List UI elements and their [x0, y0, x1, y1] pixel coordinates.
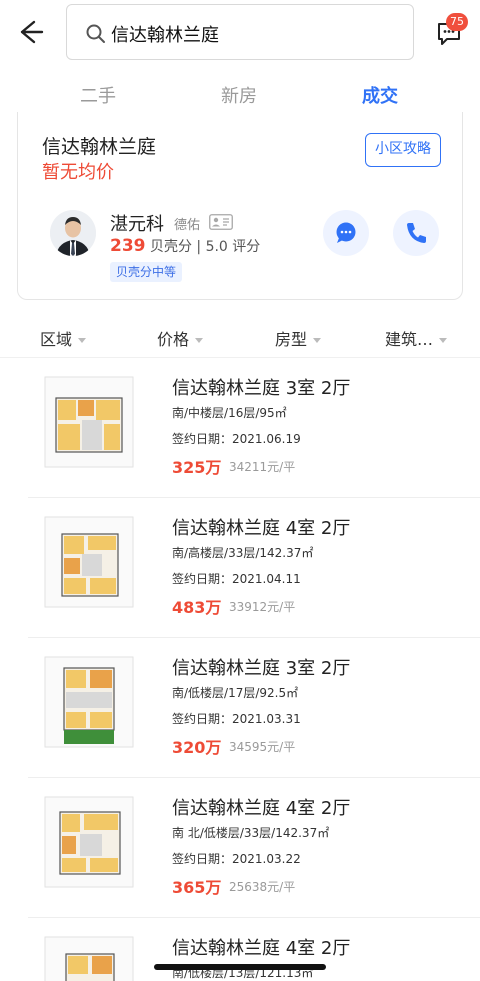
listing-title: 信达翰林兰庭 4室 2厅: [172, 518, 351, 539]
chat-button[interactable]: [323, 210, 369, 256]
dropdown-arrow-icon: [78, 338, 87, 343]
filter-building[interactable]: 建筑…: [385, 326, 448, 350]
agent-rating: 5.0 评分: [205, 239, 261, 255]
community-card: 信达翰林兰庭 暂无均价 小区攻略 湛元科 德佑 239 贝壳分 | 5.0 评分…: [17, 112, 463, 300]
listing-attributes: 南/高楼层/33层/142.37㎡: [172, 546, 314, 560]
listing-price: 320万: [172, 738, 222, 757]
divider: [28, 917, 480, 918]
dropdown-arrow-icon: [195, 338, 204, 343]
agent-score: 239: [110, 236, 146, 256]
filter-price[interactable]: 价格: [157, 326, 204, 350]
floorplan-image: [44, 516, 134, 608]
listing-item[interactable]: 信达翰林兰庭 4室 2厅 南/高楼层/33层/142.37㎡ 签约日期：2021…: [0, 500, 480, 638]
agent-brand: 德佑: [174, 218, 201, 233]
community-name: 信达翰林兰庭: [42, 136, 157, 158]
listing-title: 信达翰林兰庭 3室 2厅: [172, 658, 351, 679]
listing-price: 325万: [172, 458, 222, 477]
agent-score-unit: 贝壳分: [149, 239, 192, 255]
agent-avatar[interactable]: [50, 210, 96, 256]
call-button[interactable]: [393, 210, 439, 256]
home-indicator: [154, 964, 326, 970]
listing-sign-date: 签约日期：2021.04.11: [172, 572, 301, 586]
top-bar: 信达翰林兰庭 75: [0, 0, 480, 66]
listing-title: 信达翰林兰庭 4室 2厅: [172, 798, 351, 819]
listing-attributes: 南/中楼层/16层/95㎡: [172, 406, 287, 420]
floorplan-image: [44, 656, 134, 748]
listing-item[interactable]: 信达翰林兰庭 4室 2厅 南 北/低楼层/33层/142.37㎡ 签约日期：20…: [0, 780, 480, 918]
listing-unit-price: 33912元/平: [229, 600, 296, 614]
tab-second-hand[interactable]: 二手: [80, 82, 116, 108]
agent-name: 湛元科: [110, 214, 164, 235]
filter-price-label: 价格: [157, 330, 190, 349]
community-guide-button[interactable]: 小区攻略: [365, 133, 441, 167]
listing-sign-date: 签约日期：2021.06.19: [172, 432, 301, 446]
listing-unit-price: 34595元/平: [229, 740, 296, 754]
message-badge: 75: [446, 13, 468, 31]
listing-sign-date: 签约日期：2021.03.22: [172, 852, 301, 866]
listing-unit-price: 25638元/平: [229, 880, 296, 894]
search-input[interactable]: 信达翰林兰庭: [66, 4, 414, 60]
listing-unit-price: 34211元/平: [229, 460, 296, 474]
divider: [28, 777, 480, 778]
score-separator: |: [196, 239, 206, 255]
business-card-icon[interactable]: [209, 214, 233, 230]
agent-score-row: 239 贝壳分 | 5.0 评分: [110, 236, 260, 256]
tab-deals[interactable]: 成交: [362, 82, 398, 108]
phone-icon: [407, 223, 426, 243]
chat-bubble-icon: [336, 222, 356, 243]
filter-building-label: 建筑…: [385, 330, 434, 349]
listing-item[interactable]: 信达翰林兰庭 3室 2厅 南/中楼层/16层/95㎡ 签约日期：2021.06.…: [0, 360, 480, 498]
listing-item[interactable]: 信达翰林兰庭 4室 2厅 南/低楼层/13层/121.13㎡: [0, 920, 480, 981]
dropdown-arrow-icon: [313, 338, 322, 343]
listing-price: 483万: [172, 598, 222, 617]
listing-sign-date: 签约日期：2021.03.31: [172, 712, 301, 726]
community-avg-price: 暂无均价: [42, 162, 114, 183]
floorplan-image: [44, 796, 134, 888]
agent-score-tag: 贝壳分中等: [110, 262, 183, 282]
listing-title: 信达翰林兰庭 3室 2厅: [172, 378, 351, 399]
listing-price: 365万: [172, 878, 222, 897]
back-arrow-icon[interactable]: [14, 16, 46, 48]
divider: [28, 637, 480, 638]
tab-bar: 二手 新房 成交: [0, 76, 480, 116]
tab-new-homes[interactable]: 新房: [221, 82, 257, 108]
listing-attributes: 南/低楼层/17层/92.5㎡: [172, 686, 299, 700]
divider: [28, 497, 480, 498]
filter-bar: 区域 价格 房型 建筑…: [0, 320, 480, 358]
filter-region-label: 区域: [40, 330, 73, 349]
listing-item[interactable]: 信达翰林兰庭 3室 2厅 南/低楼层/17层/92.5㎡ 签约日期：2021.0…: [0, 640, 480, 778]
search-query: 信达翰林兰庭: [111, 25, 219, 46]
filter-layout[interactable]: 房型: [275, 326, 322, 350]
filter-region[interactable]: 区域: [40, 326, 87, 350]
floorplan-image: [44, 936, 134, 981]
listing-attributes: 南 北/低楼层/33层/142.37㎡: [172, 826, 330, 840]
floorplan-image: [44, 376, 134, 468]
dropdown-arrow-icon: [439, 338, 448, 343]
listing-title: 信达翰林兰庭 4室 2厅: [172, 938, 351, 959]
filter-layout-label: 房型: [275, 330, 308, 349]
search-icon: [86, 24, 105, 43]
